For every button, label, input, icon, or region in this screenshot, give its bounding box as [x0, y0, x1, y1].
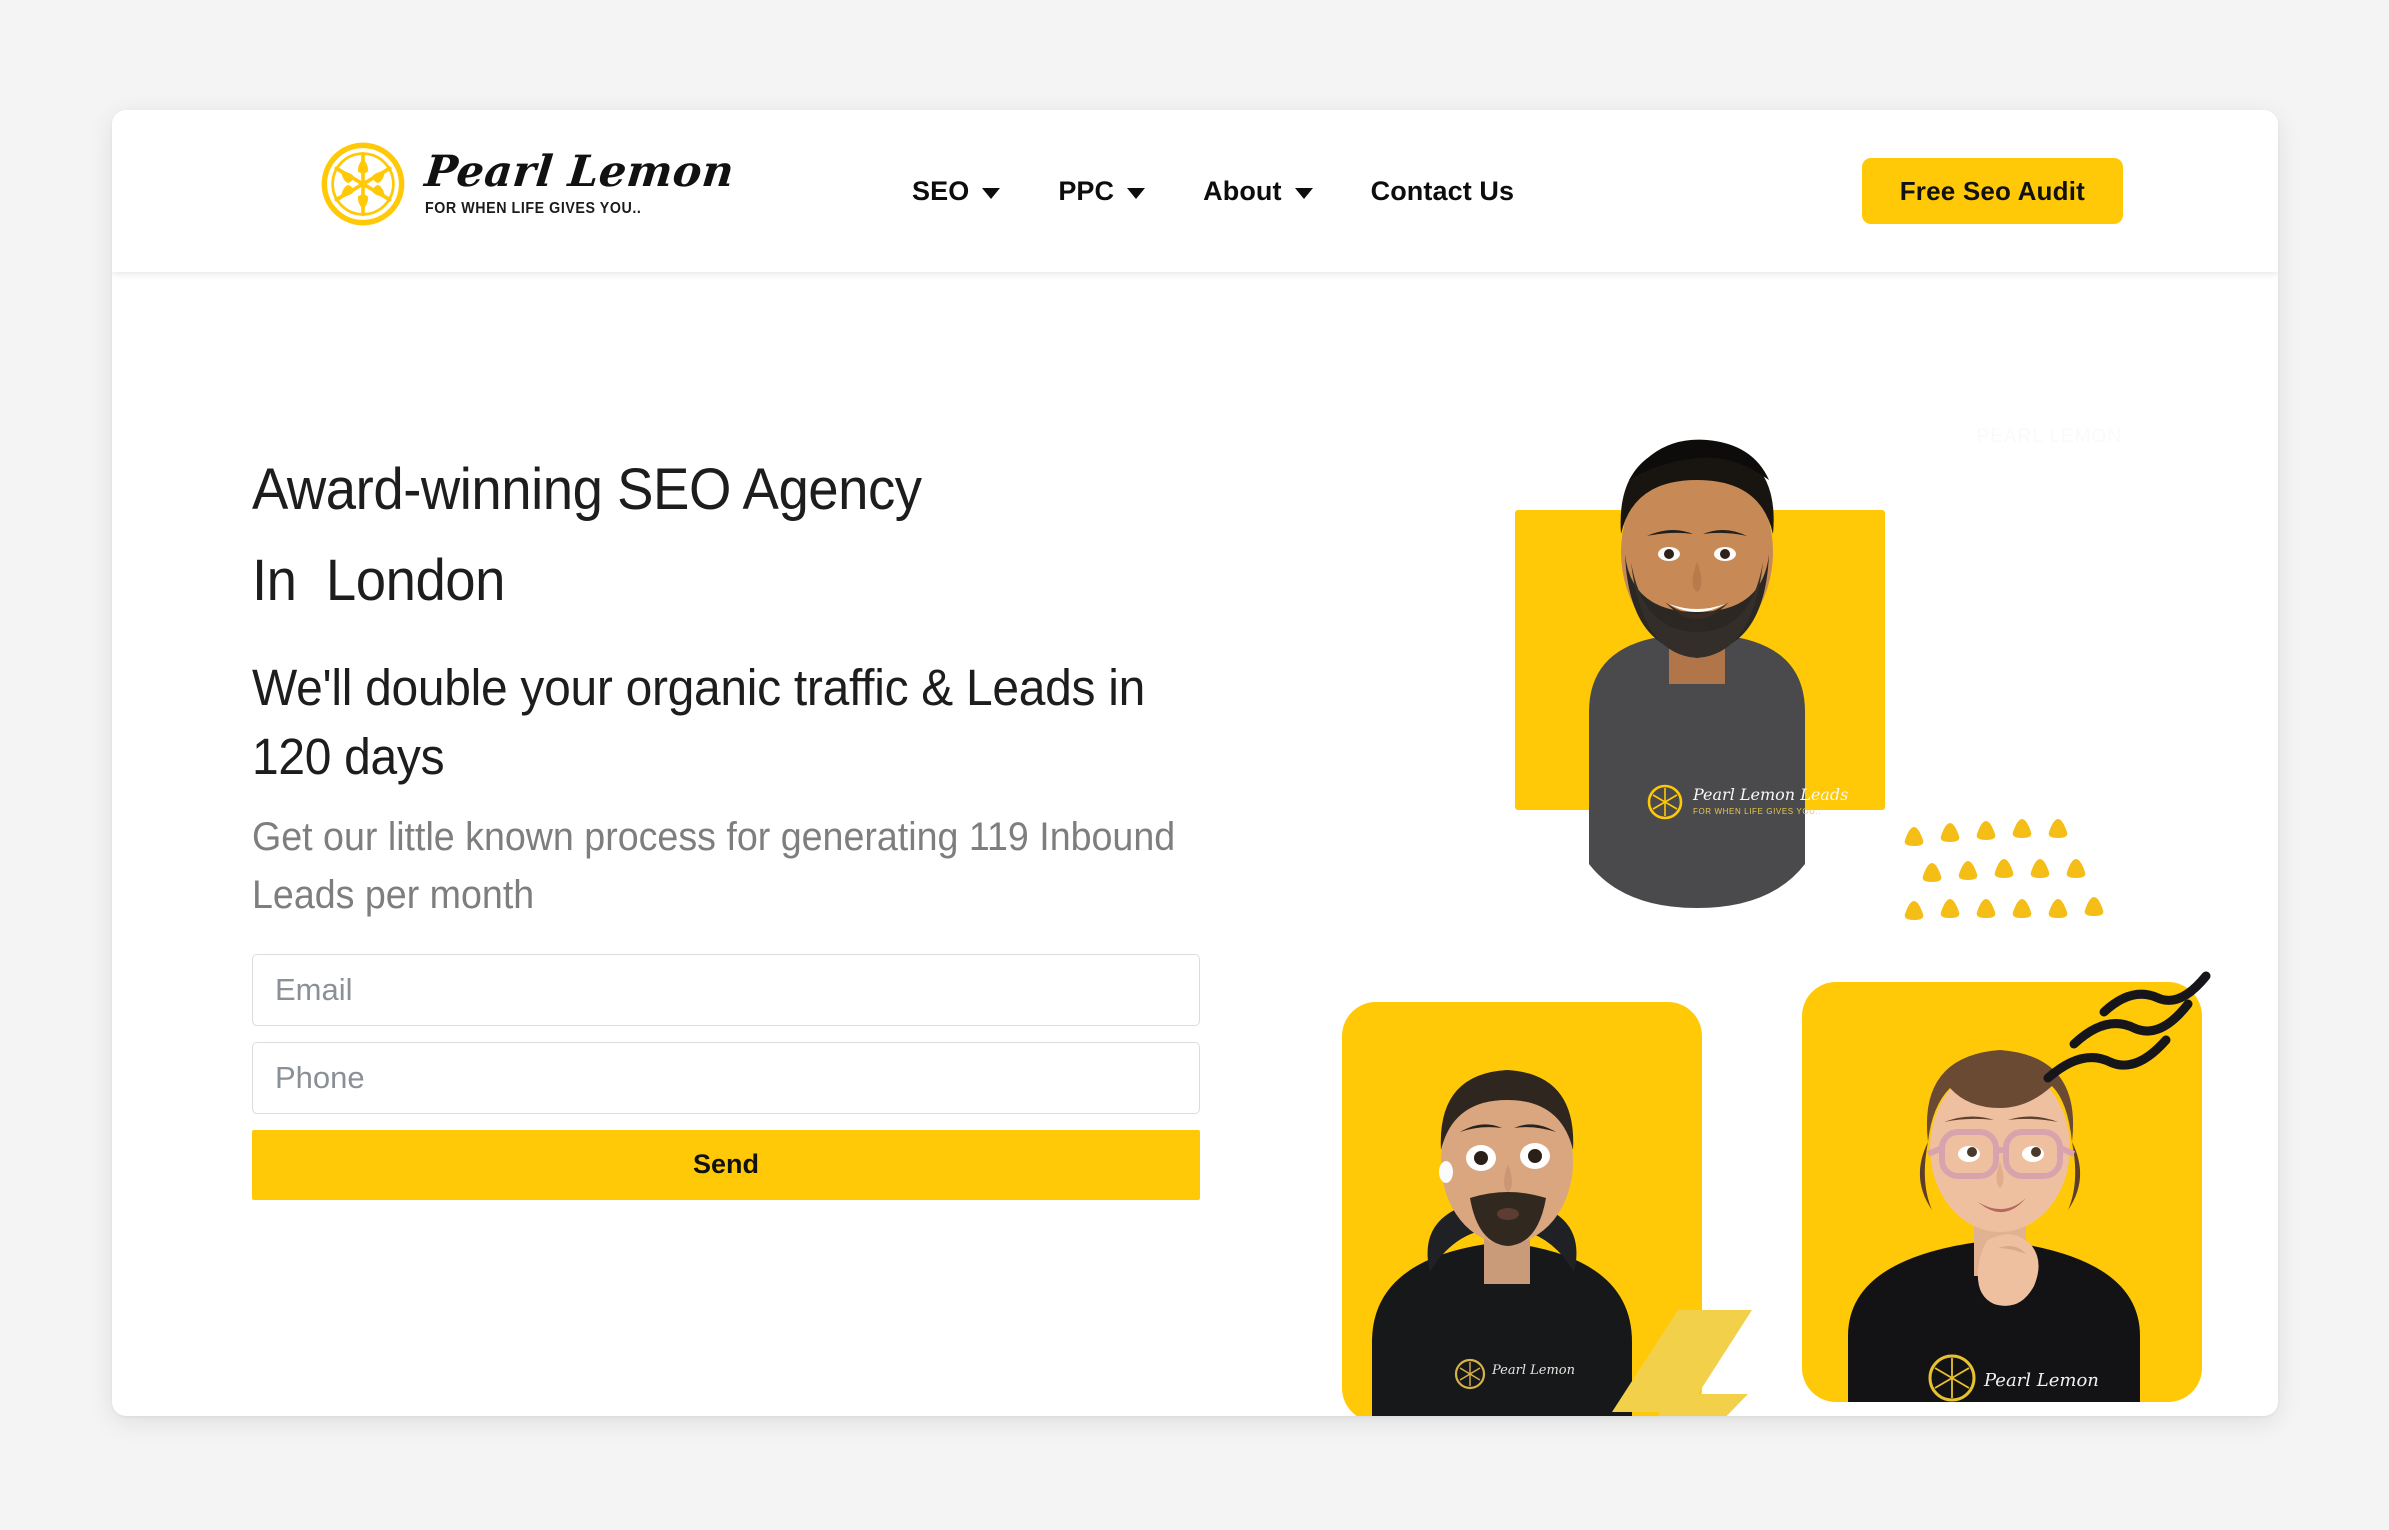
brand-name: Pearl Lemon	[422, 147, 737, 198]
page-title: Award-winning SEO Agency In London	[252, 452, 1201, 619]
site-header: Pearl Lemon FOR WHEN LIFE GIVES YOU.. SE…	[112, 110, 2278, 272]
svg-text:FOR WHEN LIFE GIVES YOU..: FOR WHEN LIFE GIVES YOU..	[1693, 807, 1821, 816]
nav-item-label: Contact Us	[1370, 175, 1515, 206]
nav-item-about[interactable]: About	[1203, 175, 1313, 207]
nav-item-label: PPC	[1058, 175, 1115, 206]
svg-text:Pearl Lemon: Pearl Lemon	[1983, 1370, 2099, 1391]
chevron-down-icon	[1127, 187, 1146, 199]
nav-item-label: About	[1203, 175, 1282, 206]
portrait-photo-top: Pearl Lemon Leads FOR WHEN LIFE GIVES YO…	[1589, 439, 1848, 908]
hero-subheadline: We'll double your organic traffic & Lead…	[252, 658, 1146, 786]
lemon-slice-icon	[321, 142, 405, 226]
hero-section: Award-winning SEO Agency In London We'll …	[112, 272, 2278, 1416]
nav-item-seo[interactable]: SEO	[911, 175, 1001, 207]
portrait-top: Pearl Lemon Leads FOR WHEN LIFE GIVES YO…	[1497, 402, 2104, 922]
portrait-bottom-left: Pearl Lemon	[1342, 1002, 1752, 1416]
squiggle-lines-icon	[2043, 971, 2211, 1083]
hero-copy: Award-winning SEO Agency In London We'll …	[252, 452, 1262, 1200]
watermark-text: PEARL LEMON	[1976, 426, 2122, 447]
send-button[interactable]: Send	[252, 1129, 1200, 1200]
free-seo-audit-button[interactable]: Free Seo Audit	[1861, 158, 2123, 224]
email-input[interactable]	[252, 953, 1200, 1026]
nav-item-label: SEO	[911, 175, 970, 206]
phone-input[interactable]	[252, 1041, 1200, 1114]
brand-tagline: FOR WHEN LIFE GIVES YOU..	[425, 200, 642, 218]
nav-item-contact-us[interactable]: Contact Us	[1371, 176, 1515, 207]
lightning-bolt-icon	[1612, 1310, 1752, 1416]
portrait-bottom-right: Pearl Lemon	[1802, 971, 2211, 1402]
nav-item-ppc[interactable]: PPC	[1058, 175, 1146, 207]
yellow-dot-cluster-icon	[1904, 819, 2104, 920]
hero-artwork: PEARL LEMON Pearl Lemon Leads FOR WHEN L…	[1342, 402, 2242, 1416]
headline-line-1: Award-winning SEO Agency	[252, 457, 922, 522]
lead-capture-form: Send	[252, 953, 1200, 1200]
hero-lede: Get our little known process for generat…	[252, 814, 1176, 917]
svg-text:Pearl Lemon: Pearl Lemon	[1491, 1363, 1575, 1378]
main-navigation: SEO PPC About Contact Us	[912, 110, 1514, 272]
chevron-down-icon	[982, 187, 1001, 199]
chevron-down-icon	[1294, 187, 1313, 199]
headline-line-2: In London	[252, 548, 505, 614]
page-card: Pearl Lemon FOR WHEN LIFE GIVES YOU.. SE…	[112, 110, 2278, 1416]
brand-logo[interactable]: Pearl Lemon FOR WHEN LIFE GIVES YOU..	[317, 138, 737, 230]
svg-text:Pearl Lemon Leads: Pearl Lemon Leads	[1692, 785, 1848, 804]
